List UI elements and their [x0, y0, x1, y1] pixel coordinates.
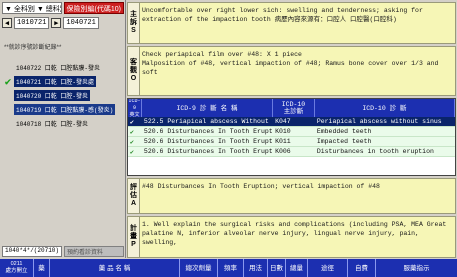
header-days[interactable]: 日數 [268, 259, 286, 277]
icd10-name-cell: Periapical abscess without sinus [316, 118, 442, 125]
header-icd10-name[interactable]: ICD-10 診 斷 [315, 99, 455, 117]
plan-section: 計 畫 P 1. Well explain the surgical risks… [127, 216, 456, 258]
department-filter-select[interactable]: ▼ 全科別 ▼ 總科別 [2, 2, 62, 14]
header-total[interactable]: 總量 [286, 259, 308, 277]
objective-section: 客 觀 O Check periapical film over #48: X … [127, 46, 456, 96]
header-drug-name[interactable]: 藥 品 名 稱 [50, 259, 180, 277]
record-list: 1040722 口乾 口腔黏膜-發炎 ✔ 1040721 口乾 口腔-發炎處 1… [2, 60, 124, 130]
subjective-text[interactable]: Uncomfortable over right lower sich: swe… [142, 6, 452, 24]
label-char: 客 [130, 59, 137, 66]
header-drug-flag[interactable]: 藥 [34, 259, 50, 277]
plan-text[interactable]: 1. Well explain the surgical risks and c… [142, 220, 452, 247]
header-icd10-main[interactable]: ICD-10 主診斷 [273, 99, 315, 117]
row-check-icon: ✔ [130, 138, 134, 146]
end-date-field[interactable]: 1040721 [63, 17, 99, 29]
label-char: 畫 [130, 233, 137, 240]
sidebar-footer: 1040*4*/(20710) 預約看診資料 [2, 246, 124, 257]
grid-header: ICD-9 英文 ICD-9 診 斷 名 稱 ICD-10 主診斷 ICD-10… [128, 99, 455, 118]
assessment-section: 評 估 A #48 Disturbances In Tooth Eruption… [127, 178, 456, 214]
icd9-cell: 520.6 Disturbances In Tooth Eruption [143, 128, 274, 135]
header-route[interactable]: 途徑 [308, 259, 348, 277]
diagnosis-row[interactable]: ✔ 520.6 Disturbances In Tooth Eruption K… [128, 147, 455, 157]
check-icon: ✔ [4, 74, 12, 88]
prescription-header-bar: 0211 處方開立 藥 藥 品 名 稱 總次劑量 頻率 用法 日數 總量 途徑 … [0, 259, 457, 277]
diagnosis-grid: ICD-9 英文 ICD-9 診 斷 名 稱 ICD-10 主診斷 ICD-10… [127, 98, 456, 176]
record-label: 1040719 口乾 口腔黏膜-感(發炎) [14, 103, 116, 115]
diagnosis-row[interactable]: ✔ 520.6 Disturbances In Tooth Eruption K… [128, 137, 455, 147]
prev-icon[interactable]: ◀ [2, 18, 12, 28]
icd10-name-cell: Disturbances in tooth eruption [316, 148, 434, 155]
footer-date: 1040*4*/(20710) [2, 246, 63, 257]
record-item-selected[interactable]: ✔ 1040721 口乾 口腔-發炎處 [2, 74, 124, 88]
icd9-cell: 522.5 Periapical abscess Without Sinus [143, 118, 273, 125]
record-label: 1040720 口乾 口腔-發炎 [14, 89, 91, 101]
assessment-label: 評 估 A [128, 179, 140, 213]
label-char: O [130, 75, 137, 82]
diagnosis-row[interactable]: ✔ 520.6 Disturbances In Tooth Eruption K… [128, 127, 455, 137]
row-check-icon: ✔ [130, 128, 134, 136]
label-char: 估 [130, 192, 137, 199]
record-label: 1040721 口乾 口腔-發炎處 [14, 75, 97, 87]
prescription-button[interactable]: 0211 處方開立 [0, 259, 34, 277]
plan-label: 計 畫 P [128, 217, 140, 257]
label-char: 計 [130, 225, 137, 232]
subjective-section: 主 訴 S Uncomfortable over right lower sic… [127, 2, 456, 44]
record-item[interactable]: 1040719 口乾 口腔黏膜-感(發炎) [2, 102, 124, 116]
filter-bar: ▼ 全科別 ▼ 總科別 保險別編(代碼10) [2, 2, 124, 14]
record-sidebar: ▼ 全科別 ▼ 總科別 保險別編(代碼10) ◀ 1010721 ▶ 10407… [0, 0, 126, 258]
start-date-field[interactable]: 1010721 [14, 17, 50, 29]
icd9-cell: 520.6 Disturbances In Tooth Eruption [143, 138, 274, 145]
label-char: 訴 [130, 19, 137, 26]
soap-panel: 主 訴 S Uncomfortable over right lower sic… [127, 2, 456, 258]
diagnosis-row[interactable]: ✔ 522.5 Periapical abscess Without Sinus… [128, 117, 455, 127]
header-instructions[interactable]: 服藥指示 [376, 259, 457, 277]
label-char: S [131, 27, 136, 34]
icd10-name-cell: Embedded teeth [316, 128, 372, 135]
header-icd9-name[interactable]: ICD-9 診 斷 名 稱 [142, 99, 274, 117]
header-self-pay[interactable]: 自費 [348, 259, 376, 277]
objective-text[interactable]: Check periapical film over #48: X 1 piec… [142, 50, 452, 77]
header-usage[interactable]: 用法 [244, 259, 268, 277]
objective-label: 客 觀 O [128, 47, 140, 95]
record-label: 1040722 口乾 口腔黏膜-發炎 [16, 64, 101, 72]
appointment-button[interactable]: 預約看診資料 [64, 246, 124, 257]
record-list-header: **就診序號診斷紀錄** [4, 45, 62, 51]
icd9-cell: 520.6 Disturbances In Tooth Eruption [143, 148, 274, 155]
record-item[interactable]: 1040720 口乾 口腔-發炎 [2, 88, 124, 102]
header-icd9-en[interactable]: ICD-9 英文 [128, 99, 142, 118]
icd10-name-cell: Impacted teeth [316, 138, 372, 145]
icd10-code-cell: K010 [275, 128, 291, 135]
label-char: P [131, 241, 136, 248]
subjective-label: 主 訴 S [128, 3, 140, 43]
label-char: A [130, 200, 137, 207]
date-range-bar: ◀ 1010721 ▶ 1040721 [2, 16, 124, 30]
row-check-icon: ✔ [130, 148, 134, 156]
next-icon[interactable]: ▶ [51, 18, 62, 28]
header-dose[interactable]: 總次劑量 [180, 259, 218, 277]
record-label: 1040718 口乾 口腔-發炎 [16, 120, 89, 128]
insurance-code-button[interactable]: 保險別編(代碼10) [63, 2, 124, 14]
label-char: 觀 [130, 67, 137, 74]
header-frequency[interactable]: 頻率 [218, 259, 244, 277]
record-item[interactable]: 1040718 口乾 口腔-發炎 [2, 116, 124, 130]
icd10-code-cell: K011 [275, 138, 291, 145]
label-char: 評 [130, 184, 137, 191]
record-item[interactable]: 1040722 口乾 口腔黏膜-發炎 [2, 60, 124, 74]
row-check-icon: ✔ [130, 118, 134, 126]
assessment-text[interactable]: #48 Disturbances In Tooth Eruption; vert… [142, 182, 452, 191]
icd10-code-cell: K047 [275, 118, 291, 125]
icd10-code-cell: K006 [275, 148, 291, 155]
label-char: 主 [130, 11, 137, 18]
